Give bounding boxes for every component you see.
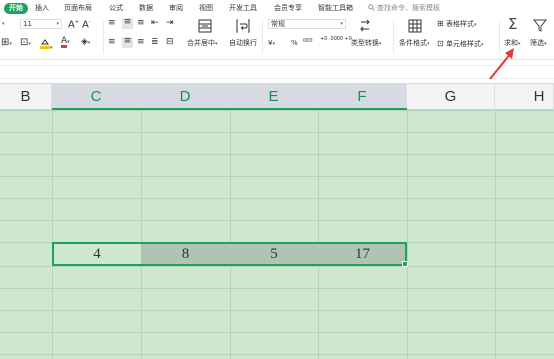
- increase-font-icon[interactable]: A+: [68, 18, 79, 30]
- align-right-icon[interactable]: ≡: [137, 38, 145, 47]
- currency-button[interactable]: ¥▾: [268, 39, 275, 49]
- auto-wrap-icon: [236, 19, 250, 35]
- border-icon[interactable]: ⊞▾: [1, 38, 12, 49]
- number-format-value: 常规: [271, 20, 285, 28]
- tab-review[interactable]: 审阅: [169, 3, 183, 14]
- font-size-value: 11: [23, 20, 32, 28]
- search-placeholder: 查找命令、搜索模板: [377, 4, 440, 12]
- selection-border: [52, 242, 407, 266]
- tab-data[interactable]: 数据: [139, 3, 153, 14]
- thousands-label: 000: [303, 38, 313, 44]
- tab-smart-toolbox[interactable]: 智能工具箱: [318, 3, 353, 14]
- increase-decimal-button[interactable]: +0 .00: [320, 37, 337, 42]
- conditional-format-icon: [408, 19, 422, 35]
- number-format-dropdown-icon: ▾: [340, 21, 343, 27]
- column-header-e[interactable]: E: [230, 84, 318, 110]
- column-header-h[interactable]: H: [495, 84, 554, 110]
- align-bottom-icon[interactable]: ≡: [137, 19, 145, 28]
- merge-center-label: 合并居中: [187, 39, 215, 47]
- annotation-arrow-icon: [489, 48, 514, 80]
- type-convert-label: 类型转换: [351, 39, 379, 47]
- sheet-grid[interactable]: 4 8 5 17: [0, 110, 554, 359]
- align-middle-icon[interactable]: ≡: [122, 18, 133, 29]
- clear-format-icon[interactable]: ◈▾: [81, 38, 90, 48]
- tab-home[interactable]: 开始: [4, 3, 28, 14]
- number-format-select[interactable]: 常规 ▾: [268, 19, 346, 29]
- type-convert-icon: [358, 19, 372, 35]
- command-search[interactable]: 查找命令、搜索模板: [368, 3, 440, 14]
- font-size-dropdown-icon: ▾: [56, 21, 59, 27]
- tab-page-layout[interactable]: 页面布局: [64, 3, 92, 14]
- divider: [393, 22, 394, 54]
- table-style-icon: ⊞: [437, 19, 444, 28]
- column-headers: B C D E F G H: [0, 84, 554, 110]
- font-size-select[interactable]: 11 ▾: [20, 19, 62, 29]
- column-header-f[interactable]: F: [318, 84, 407, 110]
- ribbon: ▾ 11 ▾ A+ A- ⊞▾ ⊡▾ ▾ A▾ ◈▾ ≡ ≡ ≡ ⇤ ⇥ ≡ ≡…: [0, 16, 554, 60]
- cell-style-icon: ⊡: [437, 39, 444, 48]
- divider: [103, 22, 104, 54]
- menu-bar: 开始 插入 页面布局 公式 数据 审阅 视图 开发工具 会员专享 智能工具箱 查…: [0, 0, 554, 16]
- fill-handle[interactable]: [402, 261, 408, 267]
- align-left-icon[interactable]: ≡: [108, 38, 116, 47]
- filter-icon: [532, 19, 548, 34]
- conditional-format-button[interactable]: 条件格式▾: [399, 39, 430, 49]
- distributed-align-icon[interactable]: ⊟: [166, 38, 174, 47]
- percent-button[interactable]: %: [291, 39, 298, 48]
- merge-center-button[interactable]: 合并居中▾: [187, 39, 218, 49]
- auto-wrap-label: 自动换行: [229, 39, 257, 47]
- font-name-select[interactable]: ▾: [2, 19, 5, 29]
- decrease-decimal-label: .00 +0: [335, 36, 352, 42]
- font-name-dropdown-icon: ▾: [2, 21, 5, 27]
- fill-color-icon[interactable]: ▾: [40, 38, 53, 53]
- cell-style-button[interactable]: ⊡ 单元格样式▾: [437, 39, 483, 50]
- column-header-g[interactable]: G: [407, 84, 495, 110]
- table-style-label: 表格样式: [445, 20, 474, 28]
- auto-wrap-button[interactable]: 自动换行: [229, 39, 257, 48]
- formula-bar: [0, 60, 554, 84]
- align-center-icon[interactable]: ≡: [122, 37, 133, 48]
- tab-insert[interactable]: 插入: [35, 3, 49, 14]
- tab-member[interactable]: 会员专享: [274, 3, 302, 14]
- divider: [262, 22, 263, 54]
- tab-view[interactable]: 视图: [199, 3, 213, 14]
- type-convert-button[interactable]: 类型转换▾: [351, 39, 382, 49]
- merge-center-icon: [198, 19, 212, 35]
- fill-pattern-icon[interactable]: ⊡▾: [20, 38, 31, 49]
- filter-button[interactable]: 筛选▾: [530, 39, 547, 49]
- decrease-indent-icon[interactable]: ⇤: [151, 19, 159, 28]
- conditional-format-label: 条件格式: [399, 39, 427, 47]
- decrease-decimal-button[interactable]: .00 +0: [335, 37, 352, 42]
- decrease-font-icon[interactable]: A-: [82, 18, 91, 30]
- column-header-c[interactable]: C: [52, 84, 141, 110]
- column-header-b[interactable]: B: [0, 84, 52, 110]
- cell-style-label: 单元格样式: [445, 40, 481, 48]
- column-header-d[interactable]: D: [141, 84, 230, 110]
- align-top-icon[interactable]: ≡: [108, 19, 119, 28]
- justify-icon[interactable]: ≣: [151, 38, 159, 47]
- percent-label: %: [291, 39, 298, 47]
- tab-developer[interactable]: 开发工具: [229, 3, 257, 14]
- increase-indent-icon[interactable]: ⇥: [166, 19, 174, 28]
- table-style-button[interactable]: ⊞ 表格样式▾: [437, 19, 476, 30]
- sum-icon: Σ: [508, 15, 518, 33]
- tab-formulas[interactable]: 公式: [109, 3, 123, 14]
- filter-label: 筛选: [530, 39, 544, 47]
- formula-input[interactable]: [0, 65, 554, 79]
- font-color-icon[interactable]: A▾: [61, 37, 70, 48]
- thousands-separator-button[interactable]: 000: [303, 37, 313, 46]
- search-icon: [368, 4, 375, 11]
